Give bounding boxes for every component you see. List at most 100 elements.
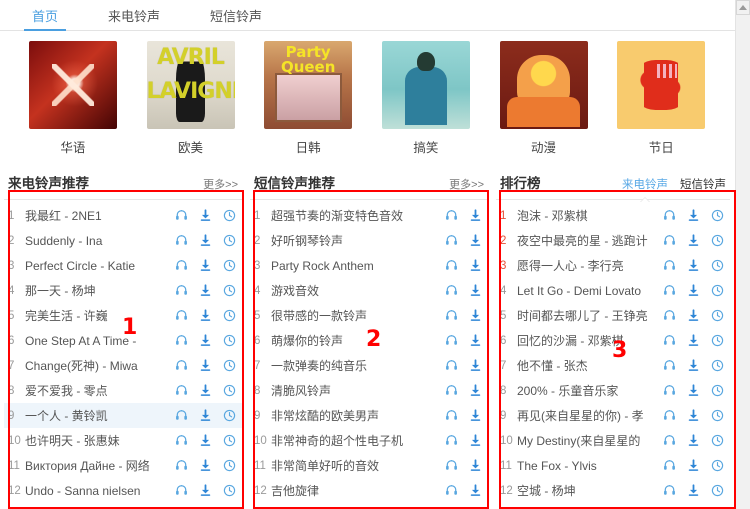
headphone-icon[interactable] — [175, 409, 188, 422]
list-item[interactable]: 3 愿得一人心 - 李行亮 — [496, 253, 730, 278]
headphone-icon[interactable] — [445, 209, 458, 222]
category-thumbnail[interactable] — [28, 41, 117, 129]
list-item[interactable]: 12 吉他旋律 — [250, 478, 488, 503]
headphone-icon[interactable] — [663, 409, 676, 422]
more-link[interactable]: 更多>> — [449, 176, 484, 192]
download-icon[interactable] — [687, 359, 700, 372]
item-title[interactable]: 愿得一人心 - 李行亮 — [517, 257, 663, 274]
item-title[interactable]: 再见(来自星星的你) - 孝 — [517, 407, 663, 424]
set-ringtone-icon[interactable] — [223, 484, 236, 497]
download-icon[interactable] — [687, 234, 700, 247]
set-ringtone-icon[interactable] — [223, 334, 236, 347]
download-icon[interactable] — [469, 384, 482, 397]
list-item[interactable]: 9 非常炫酷的欧美男声 — [250, 403, 488, 428]
item-title[interactable]: 泡沫 - 邓紫棋 — [517, 207, 663, 224]
download-icon[interactable] — [199, 259, 212, 272]
list-item[interactable]: 6 One Step At A Time - — [4, 328, 242, 353]
set-ringtone-icon[interactable] — [223, 209, 236, 222]
set-ringtone-icon[interactable] — [223, 384, 236, 397]
download-icon[interactable] — [199, 484, 212, 497]
headphone-icon[interactable] — [445, 459, 458, 472]
list-item[interactable]: 4 游戏音效 — [250, 278, 488, 303]
scroll-up-button[interactable] — [736, 0, 750, 15]
set-ringtone-icon[interactable] — [711, 359, 724, 372]
headphone-icon[interactable] — [175, 259, 188, 272]
item-title[interactable]: 非常炫酷的欧美男声 — [271, 407, 445, 424]
headphone-icon[interactable] — [445, 409, 458, 422]
rank-tab-1[interactable]: 短信铃声 — [680, 176, 726, 192]
item-title[interactable]: The Fox - Ylvis — [517, 459, 663, 473]
headphone-icon[interactable] — [175, 209, 188, 222]
headphone-icon[interactable] — [663, 284, 676, 297]
download-icon[interactable] — [469, 234, 482, 247]
list-item[interactable]: 7 一款弹奏的纯音乐 — [250, 353, 488, 378]
set-ringtone-icon[interactable] — [711, 334, 724, 347]
download-icon[interactable] — [687, 334, 700, 347]
item-title[interactable]: 超强节奏的渐变特色音效 — [271, 207, 445, 224]
download-icon[interactable] — [199, 309, 212, 322]
set-ringtone-icon[interactable] — [223, 459, 236, 472]
item-title[interactable]: 游戏音效 — [271, 282, 445, 299]
list-item[interactable]: 1 我最红 - 2NE1 — [4, 203, 242, 228]
category-thumbnail[interactable] — [617, 41, 706, 129]
list-item[interactable]: 9 一个人 - 黄铃凯 — [4, 403, 242, 428]
item-title[interactable]: 一个人 - 黄铃凯 — [25, 407, 175, 424]
category-item-3[interactable]: 搞笑 — [367, 41, 485, 156]
list-item[interactable]: 12 空城 - 杨坤 — [496, 478, 730, 503]
download-icon[interactable] — [199, 434, 212, 447]
set-ringtone-icon[interactable] — [711, 234, 724, 247]
list-item[interactable]: 10 也许明天 - 张惠妹 — [4, 428, 242, 453]
list-item[interactable]: 5 很带感的一款铃声 — [250, 303, 488, 328]
headphone-icon[interactable] — [445, 259, 458, 272]
list-item[interactable]: 9 再见(来自星星的你) - 孝 — [496, 403, 730, 428]
nav-tab-0[interactable]: 首页 — [24, 10, 67, 31]
list-item[interactable]: 8 200% - 乐童音乐家 — [496, 378, 730, 403]
headphone-icon[interactable] — [663, 484, 676, 497]
download-icon[interactable] — [199, 234, 212, 247]
download-icon[interactable] — [199, 284, 212, 297]
list-item[interactable]: 2 夜空中最亮的星 - 逃跑计 — [496, 228, 730, 253]
download-icon[interactable] — [687, 409, 700, 422]
item-title[interactable]: 非常神奇的超个性电子机 — [271, 432, 445, 449]
headphone-icon[interactable] — [445, 284, 458, 297]
download-icon[interactable] — [687, 209, 700, 222]
set-ringtone-icon[interactable] — [711, 284, 724, 297]
item-title[interactable]: 完美生活 - 许巍 — [25, 307, 175, 324]
set-ringtone-icon[interactable] — [223, 259, 236, 272]
list-item[interactable]: 10 非常神奇的超个性电子机 — [250, 428, 488, 453]
headphone-icon[interactable] — [445, 384, 458, 397]
list-item[interactable]: 7 Change(死神) - Miwa — [4, 353, 242, 378]
download-icon[interactable] — [687, 284, 700, 297]
item-title[interactable]: 好听钢琴铃声 — [271, 232, 445, 249]
category-thumbnail[interactable] — [381, 41, 470, 129]
page-scrollbar[interactable] — [735, 0, 750, 509]
headphone-icon[interactable] — [663, 334, 676, 347]
item-title[interactable]: Change(死神) - Miwa — [25, 357, 175, 374]
headphone-icon[interactable] — [663, 259, 676, 272]
item-title[interactable]: Let It Go - Demi Lovato — [517, 284, 663, 298]
set-ringtone-icon[interactable] — [711, 309, 724, 322]
category-thumbnail[interactable] — [146, 41, 235, 129]
list-item[interactable]: 4 Let It Go - Demi Lovato — [496, 278, 730, 303]
download-icon[interactable] — [469, 309, 482, 322]
item-title[interactable]: 回忆的沙漏 - 邓紫棋 — [517, 332, 663, 349]
item-title[interactable]: 非常简单好听的音效 — [271, 457, 445, 474]
headphone-icon[interactable] — [663, 459, 676, 472]
set-ringtone-icon[interactable] — [711, 434, 724, 447]
download-icon[interactable] — [199, 409, 212, 422]
headphone-icon[interactable] — [663, 359, 676, 372]
list-item[interactable]: 11 Виктория Дайне - 网络 — [4, 453, 242, 478]
download-icon[interactable] — [469, 334, 482, 347]
download-icon[interactable] — [199, 384, 212, 397]
set-ringtone-icon[interactable] — [711, 259, 724, 272]
headphone-icon[interactable] — [663, 309, 676, 322]
list-item[interactable]: 3 Perfect Circle - Katie — [4, 253, 242, 278]
set-ringtone-icon[interactable] — [223, 409, 236, 422]
download-icon[interactable] — [687, 309, 700, 322]
list-item[interactable]: 1 超强节奏的渐变特色音效 — [250, 203, 488, 228]
item-title[interactable]: Виктория Дайне - 网络 — [25, 457, 175, 474]
download-icon[interactable] — [687, 459, 700, 472]
item-title[interactable]: 他不懂 - 张杰 — [517, 357, 663, 374]
headphone-icon[interactable] — [663, 384, 676, 397]
list-item[interactable]: 8 清脆风铃声 — [250, 378, 488, 403]
